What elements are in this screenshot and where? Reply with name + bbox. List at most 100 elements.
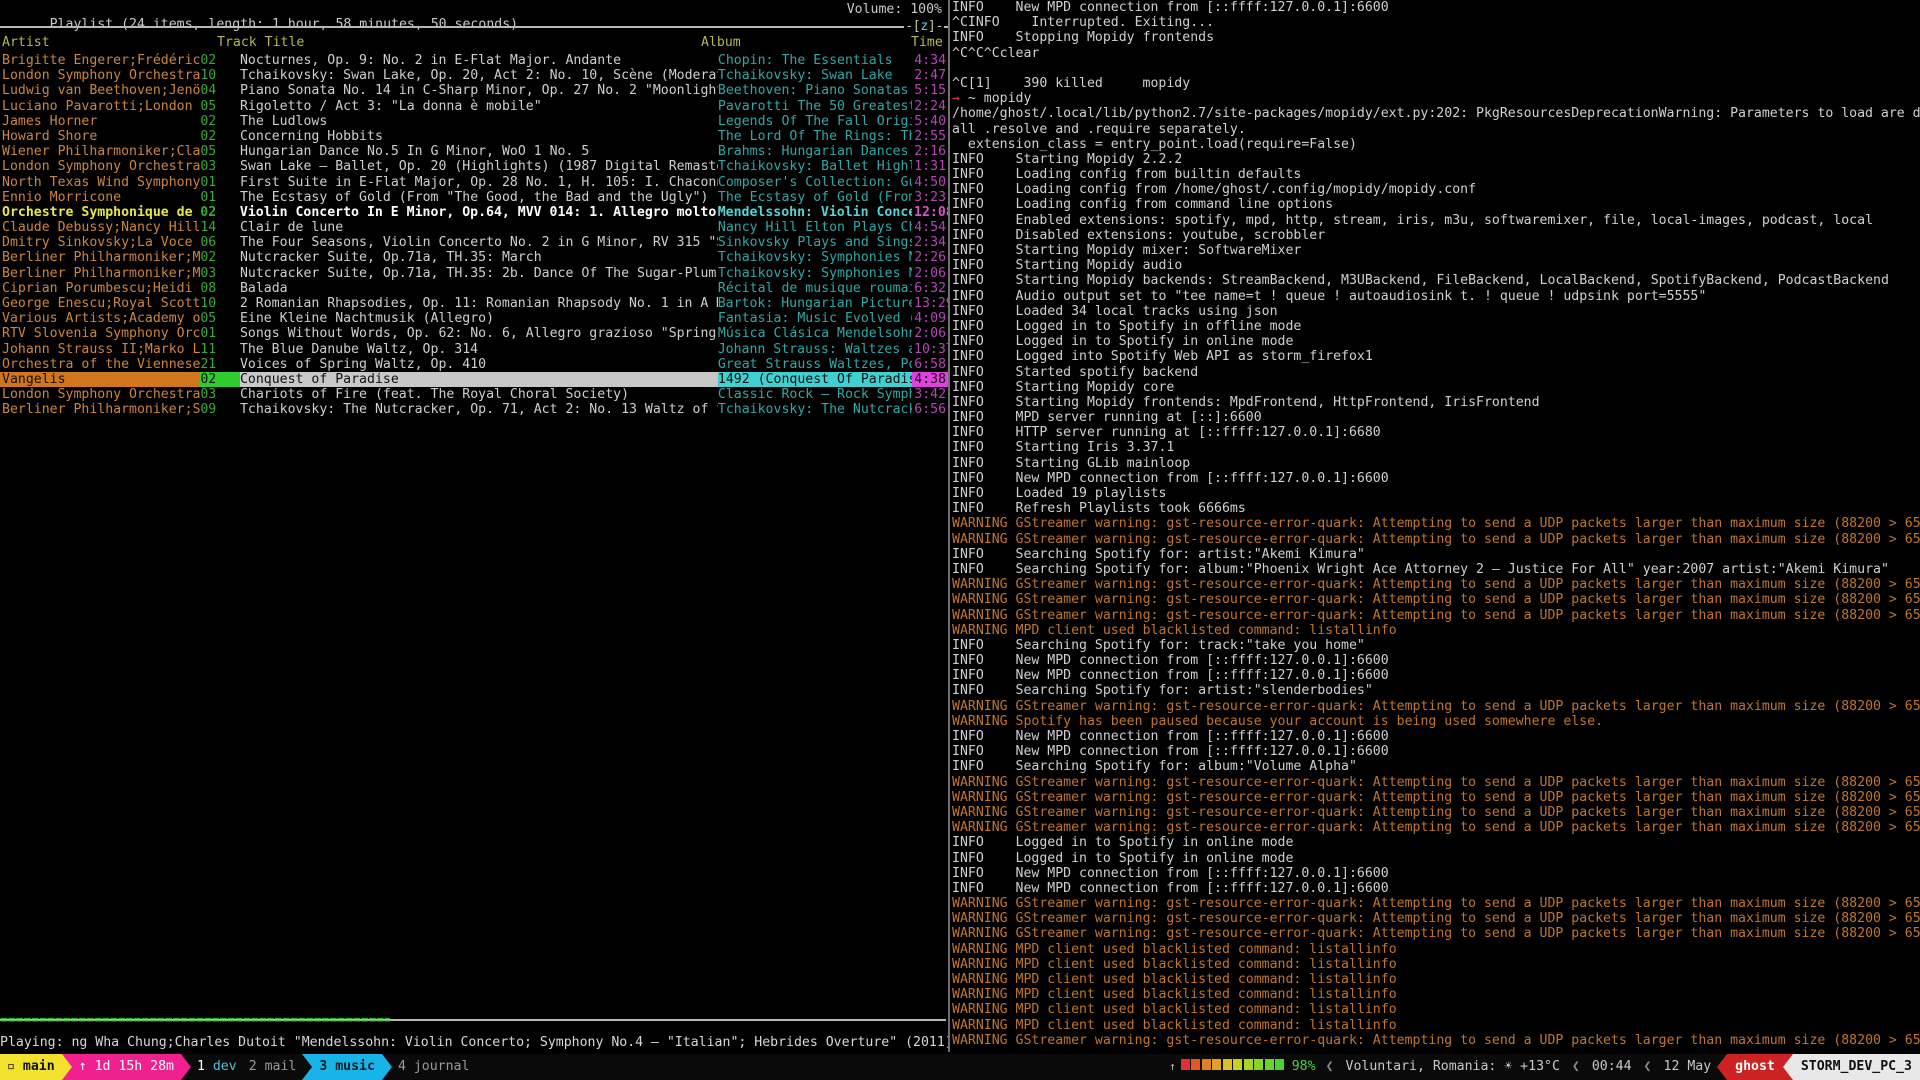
table-row[interactable]: Ennio Morricone01 The Ecstasy of Gold (F…	[0, 190, 948, 205]
window-name: journal	[406, 1054, 470, 1080]
log-message: Searching Spotify for: album:"Volume Alp…	[1016, 759, 1357, 774]
cell-time: 10:37	[912, 342, 948, 357]
log-line: INFO New MPD connection from [::ffff:127…	[952, 866, 1920, 881]
pane-divider[interactable]	[948, 0, 950, 1052]
log-level: INFO	[952, 547, 1016, 562]
log-message: Starting Mopidy audio	[1016, 258, 1183, 273]
table-row[interactable]: Berliner Philharmoniker;Si09 Tchaikovsky…	[0, 402, 948, 417]
cell-time: 2:26	[912, 250, 948, 265]
log-level: INFO	[952, 653, 1016, 668]
log-level: INFO	[952, 562, 1016, 577]
log-message: Logged in to Spotify in online mode	[1016, 851, 1294, 866]
log-message: HTTP server running at [::ffff:127.0.0.1…	[1016, 425, 1381, 440]
cell-artist: Brigitte Engerer;Frédéric	[0, 53, 200, 68]
cell-album: Tchaikovsky: Swan Lake	[718, 68, 912, 83]
log-level: INFO	[952, 319, 1016, 334]
tmux-window-mail[interactable]: 2 mail	[243, 1054, 303, 1080]
column-header-album[interactable]: Album	[701, 35, 911, 52]
table-row[interactable]: Claude Debussy;Nancy Hill14 Clair de lun…	[0, 220, 948, 235]
cell-time: 2:34	[912, 235, 948, 250]
log-message: Starting Mopidy frontends: MpdFrontend, …	[1016, 395, 1540, 410]
table-row[interactable]: Brigitte Engerer;Frédéric02 Nocturnes, O…	[0, 53, 948, 68]
tmux-window-dev[interactable]: 1 dev	[191, 1054, 243, 1080]
log-level: INFO	[952, 152, 1016, 167]
cell-title: 2 Romanian Rhapsodies, Op. 11: Romanian …	[240, 296, 718, 311]
cell-spacer	[218, 281, 240, 296]
cell-artist: Dmitry Sinkovsky;La Voce S	[0, 235, 200, 250]
table-row[interactable]: Vangelis02 Conquest of Paradise1492 (Con…	[0, 372, 948, 387]
log-message: Loaded 34 local tracks using json	[1016, 304, 1278, 319]
log-line: WARNING MPD client used blacklisted comm…	[952, 623, 1920, 638]
log-message: GStreamer warning: gst-resource-error-qu…	[1016, 775, 1920, 790]
table-row[interactable]: George Enescu;Royal Scotti10 2 Romanian …	[0, 296, 948, 311]
cell-time: 3:23	[912, 190, 948, 205]
table-row[interactable]: London Symphony Orchestra;03 Swan Lake –…	[0, 159, 948, 174]
cell-album: Tchaikovsky: Symphonies No.	[718, 250, 912, 265]
cell-album: Música Clásica Mendelsohn	[718, 326, 912, 341]
log-level: INFO	[952, 0, 1016, 15]
playback-progress[interactable]: ========================================…	[0, 1013, 948, 1030]
table-row[interactable]: London Symphony Orchestra;03 Chariots of…	[0, 387, 948, 402]
log-message: Logged in to Spotify in online mode	[1016, 835, 1294, 850]
column-header-artist[interactable]: Artist	[2, 35, 217, 52]
cell-album: Fantasia: Music Evolved (Or	[718, 311, 912, 326]
mopidy-log-pane[interactable]: INFO New MPD connection from [::ffff:127…	[952, 0, 1920, 1052]
table-row[interactable]: Ciprian Porumbescu;Heidi B08 BaladaRécit…	[0, 281, 948, 296]
tmux-window-journal[interactable]: 4 journal	[392, 1054, 475, 1080]
log-line: WARNING GStreamer warning: gst-resource-…	[952, 820, 1920, 835]
cell-album: Classic Rock – Rock Symphon	[718, 387, 912, 402]
cell-artist: Orchestra of the Viennese	[0, 357, 200, 372]
column-header-track-title[interactable]: Track Title	[217, 35, 701, 52]
table-row[interactable]: Berliner Philharmoniker;Ms03 Nutcracker …	[0, 266, 948, 281]
mode-indicator[interactable]: -[z]-	[904, 19, 944, 34]
log-line: INFO Logged in to Spotify in online mode	[952, 851, 1920, 866]
log-level: WARNING	[952, 775, 1016, 790]
cell-artist: Ennio Morricone	[0, 190, 200, 205]
cell-title: The Blue Danube Waltz, Op. 314	[240, 342, 718, 357]
table-row[interactable]: Ludwig van Beethoven;Jenö04 Piano Sonata…	[0, 83, 948, 98]
log-message: Loading config from /home/ghost/.config/…	[1016, 182, 1477, 197]
column-header-time[interactable]: Time	[911, 35, 947, 52]
log-message: MPD client used blacklisted command: lis…	[1016, 972, 1397, 987]
cell-spacer	[218, 129, 240, 144]
table-row[interactable]: James Horner02 The LudlowsLegends Of The…	[0, 114, 948, 129]
tmux-window-music[interactable]: 3 music	[312, 1054, 382, 1080]
separator-window-active-left	[302, 1054, 312, 1080]
log-level: WARNING	[952, 714, 1016, 729]
table-row[interactable]: Berliner Philharmoniker;Ms02 Nutcracker …	[0, 250, 948, 265]
log-message: Logged in to Spotify in offline mode	[1016, 319, 1302, 334]
cell-time: 6:56	[912, 402, 948, 417]
cell-time: 5:15	[912, 83, 948, 98]
table-row[interactable]: Various Artists;Academy of05 Eine Kleine…	[0, 311, 948, 326]
horizontal-rule	[0, 26, 948, 28]
table-row[interactable]: Dmitry Sinkovsky;La Voce S06 The Four Se…	[0, 235, 948, 250]
log-message: ~ mopidy	[968, 91, 1032, 106]
table-row[interactable]: Wiener Philharmoniker;Clau05 Hungarian D…	[0, 144, 948, 159]
table-row[interactable]: North Texas Wind Symphony;01 First Suite…	[0, 175, 948, 190]
log-level: WARNING	[952, 532, 1016, 547]
cell-artist: Berliner Philharmoniker;Ms	[0, 266, 200, 281]
table-row[interactable]: Luciano Pavarotti;London S05 Rigoletto /…	[0, 99, 948, 114]
cell-time: 2:47	[912, 68, 948, 83]
log-message: Logged into Spotify Web API as storm_fir…	[1016, 349, 1373, 364]
table-row[interactable]: Johann Strauss II;Marko Le11 The Blue Da…	[0, 342, 948, 357]
table-row[interactable]: Orchestre Symphonique de M02 Violin Conc…	[0, 205, 948, 220]
log-message: Starting Mopidy backends: StreamBackend,…	[1016, 273, 1889, 288]
cell-spacer	[218, 220, 240, 235]
cell-album: Récital de musique roumaine	[718, 281, 912, 296]
log-level: INFO	[952, 304, 1016, 319]
cell-spacer	[218, 68, 240, 83]
log-message: GStreamer warning: gst-resource-error-qu…	[1016, 577, 1920, 592]
cell-num: 14	[200, 220, 218, 235]
cell-artist: Orchestre Symphonique de M	[0, 205, 200, 220]
battery-block	[1191, 1059, 1200, 1070]
table-row[interactable]: RTV Slovenia Symphony Orch01 Songs Witho…	[0, 326, 948, 341]
log-message: GStreamer warning: gst-resource-error-qu…	[1016, 820, 1920, 835]
tmux-session-name[interactable]: ▫ main	[0, 1054, 62, 1080]
table-row[interactable]: London Symphony Orchestra;10 Tchaikovsky…	[0, 68, 948, 83]
cell-title: Nutcracker Suite, Op.71a, TH.35: March	[240, 250, 718, 265]
table-row[interactable]: Howard Shore02 Concerning HobbitsThe Lor…	[0, 129, 948, 144]
table-row[interactable]: Orchestra of the Viennese21 Voices of Sp…	[0, 357, 948, 372]
playlist-track-list[interactable]: Brigitte Engerer;Frédéric02 Nocturnes, O…	[0, 53, 948, 418]
cell-num: 11	[200, 342, 218, 357]
